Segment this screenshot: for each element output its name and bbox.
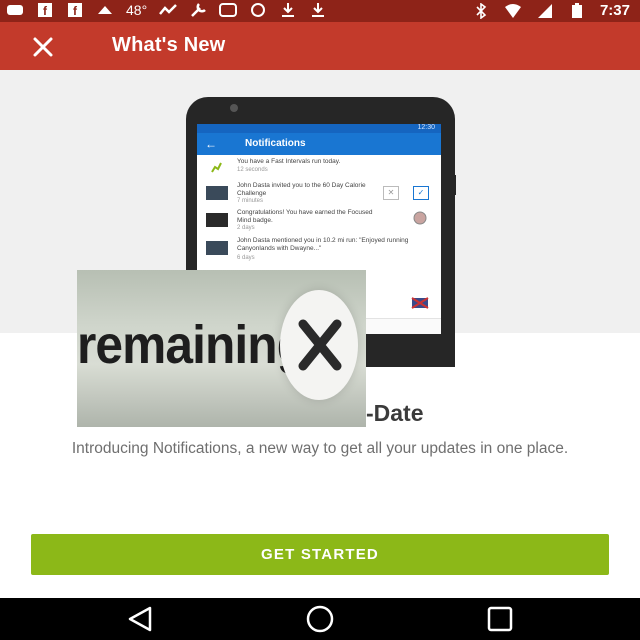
battery-icon bbox=[571, 2, 582, 18]
recents-square-icon[interactable] bbox=[470, 598, 530, 640]
activity-icon bbox=[159, 4, 178, 15]
facebook-icon: f bbox=[38, 3, 52, 18]
notification-item: John Dasta mentioned you in 10.2 mi run:… bbox=[197, 234, 441, 265]
close-icon[interactable] bbox=[30, 34, 56, 60]
wifi-icon bbox=[504, 3, 521, 18]
home-circle-icon[interactable] bbox=[290, 598, 350, 640]
download-icon bbox=[282, 3, 295, 17]
notification-text: John Dasta mentioned you in 10.2 mi run:… bbox=[237, 237, 409, 252]
app-icon bbox=[251, 3, 266, 17]
facebook-icon: f bbox=[68, 3, 82, 18]
app-icon bbox=[219, 3, 238, 17]
phone-toolbar-title: Notifications bbox=[245, 138, 306, 149]
app-bar: What's New bbox=[0, 22, 640, 70]
phone-speaker bbox=[230, 104, 238, 112]
navigation-bar bbox=[0, 598, 640, 640]
notification-item: Congratulations! You have earned the Foc… bbox=[197, 206, 441, 235]
headline: -Date bbox=[366, 400, 424, 426]
notification-time: 12 seconds bbox=[237, 167, 268, 173]
notification-thumbnail bbox=[206, 186, 228, 200]
page-title: What's New bbox=[112, 34, 226, 56]
back-arrow-icon: ← bbox=[205, 137, 217, 151]
notification-thumbnail bbox=[206, 213, 228, 227]
close-icon bbox=[298, 319, 342, 371]
notification-time: 6 days bbox=[237, 255, 255, 261]
back-triangle-icon[interactable] bbox=[110, 598, 170, 640]
badge-icon bbox=[413, 211, 427, 225]
notification-item: You have a Fast Intervals run today. 12 … bbox=[197, 155, 441, 180]
decline-icon: ✕ bbox=[383, 186, 399, 200]
overlay-text: remaining bbox=[77, 315, 307, 375]
flag-icon bbox=[411, 297, 429, 309]
overlay-image: remaining bbox=[77, 270, 366, 427]
phone-time: 12:30 bbox=[417, 124, 435, 131]
wrench-icon bbox=[191, 3, 207, 17]
message-icon bbox=[7, 5, 23, 15]
status-right-icons: 7:37 bbox=[472, 2, 630, 19]
accept-icon: ✓ bbox=[413, 186, 429, 200]
get-started-button[interactable]: GET STARTED bbox=[31, 534, 609, 575]
notification-text: John Dasta invited you to the 60 Day Cal… bbox=[237, 182, 366, 197]
notification-time: 7 minutes bbox=[237, 198, 264, 204]
download-icon bbox=[312, 3, 325, 17]
phone-status-bar: 12:30 bbox=[197, 124, 441, 133]
phone-side-button bbox=[452, 175, 456, 195]
notification-text: You have a Fast Intervals run today. bbox=[237, 158, 341, 165]
notification-thumbnail bbox=[206, 241, 228, 255]
runner-icon bbox=[211, 162, 222, 173]
weather-icon bbox=[98, 6, 112, 14]
notification-time: 2 days bbox=[237, 225, 255, 231]
status-bar: f f 48° 7:37 bbox=[0, 0, 640, 22]
status-time: 7:37 bbox=[599, 2, 630, 19]
bluetooth-icon bbox=[476, 2, 487, 19]
notification-item: John Dasta invited you to the 60 Day Cal… bbox=[197, 179, 441, 207]
temperature-text: 48° bbox=[126, 2, 148, 18]
description-text: Introducing Notifications, a new way to … bbox=[71, 440, 569, 457]
phone-toolbar: ← Notifications bbox=[197, 133, 441, 155]
status-left-icons: f f 48° bbox=[6, 2, 327, 18]
signal-icon bbox=[537, 3, 552, 18]
notification-text: Congratulations! You have earned the Foc… bbox=[237, 209, 373, 224]
